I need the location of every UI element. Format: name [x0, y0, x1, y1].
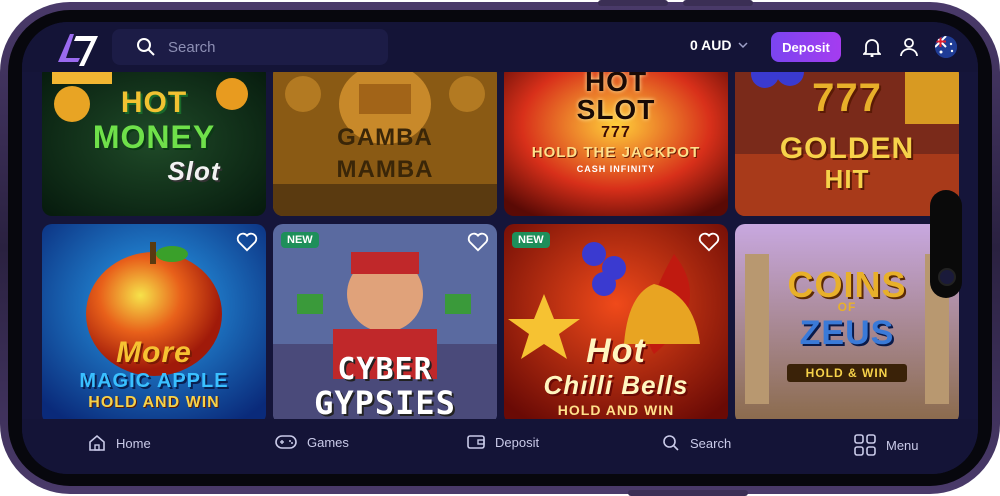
favorite-heart-icon[interactable]	[467, 232, 489, 257]
game-title: HOLD AND WIN	[88, 394, 220, 411]
game-tile[interactable]: 777 GOLDEN HIT	[735, 64, 959, 216]
nav-label: Games	[307, 434, 349, 450]
phone-side-button	[628, 490, 748, 496]
game-tile[interactable]: HOT MONEY Slot	[42, 64, 266, 216]
home-icon	[89, 434, 105, 451]
game-title: HOLD AND WIN	[557, 402, 675, 418]
balance-dropdown[interactable]: 0 AUD	[690, 37, 748, 53]
search-icon	[663, 435, 679, 451]
game-tile[interactable]: NEW CYBER GYPSIES	[273, 224, 497, 424]
user-icon[interactable]	[900, 37, 918, 62]
game-title: GOLDEN	[779, 132, 915, 165]
game-tile[interactable]: More MAGIC APPLE HOLD AND WIN	[42, 224, 266, 424]
game-title: MAGIC APPLE	[79, 370, 229, 392]
site-logo[interactable]	[52, 30, 102, 68]
nav-item-search[interactable]: Search	[662, 434, 731, 452]
australia-flag-icon[interactable]	[935, 36, 957, 58]
favorite-heart-icon[interactable]	[236, 232, 258, 257]
game-tile[interactable]: HOT SLOT 777 HOLD THE JACKPOT CASH INFIN…	[504, 64, 728, 216]
nav-item-deposit[interactable]: Deposit	[467, 434, 539, 450]
game-title: OF	[837, 300, 857, 314]
game-tile[interactable]: GAMBA MAMBA	[273, 64, 497, 216]
game-title: MAMBA	[336, 156, 434, 183]
nav-label: Home	[116, 435, 151, 451]
app-screen: HOT MONEY Slot GAMBA MAMBA HOT SLOT 777	[22, 22, 978, 474]
game-title: ZEUS	[799, 314, 895, 352]
favorite-heart-icon[interactable]	[698, 232, 720, 257]
search-bar[interactable]: Search	[112, 29, 388, 65]
game-tile[interactable]: NEW Hot Chilli Bells HOLD AND WIN	[504, 224, 728, 424]
game-title: Slot	[167, 156, 221, 186]
phone-camera-notch	[930, 190, 962, 298]
nav-item-games[interactable]: Games	[275, 434, 349, 450]
camera-lens	[938, 268, 956, 286]
search-input[interactable]: Search	[168, 39, 216, 56]
game-title: HOT	[120, 86, 188, 119]
game-title: GAMBA	[337, 124, 433, 151]
game-title: More	[116, 336, 192, 369]
bell-icon[interactable]	[861, 37, 883, 62]
game-title: CYBER	[337, 352, 433, 387]
game-title: 777	[601, 124, 631, 141]
new-badge: NEW	[512, 232, 550, 248]
bottom-navigation: Home Games Deposit Search Menu	[22, 419, 978, 474]
game-title: Hot	[586, 332, 646, 370]
search-icon	[137, 38, 155, 56]
phone-side-button	[598, 0, 668, 6]
balance-value: 0 AUD	[690, 37, 732, 53]
game-title: HOLD & WIN	[787, 364, 907, 382]
game-title: MONEY	[92, 119, 216, 155]
game-title: HIT	[824, 164, 870, 194]
game-title: 777	[812, 76, 882, 120]
new-badge: NEW	[281, 232, 319, 248]
game-title: Chilli Bells	[543, 370, 689, 400]
game-grid: HOT MONEY Slot GAMBA MAMBA HOT SLOT 777	[22, 22, 978, 424]
game-title: GYPSIES	[314, 384, 456, 422]
nav-item-home[interactable]: Home	[88, 434, 151, 452]
wallet-icon	[467, 435, 485, 449]
grid-icon	[854, 434, 876, 456]
nav-label: Search	[690, 435, 732, 451]
nav-label: Menu	[886, 437, 919, 453]
nav-item-menu[interactable]: Menu	[854, 434, 919, 456]
game-title: CASH INFINITY	[576, 164, 656, 174]
game-tile[interactable]: COINS OF ZEUS HOLD & WIN	[735, 224, 959, 424]
game-title: HOLD THE JACKPOT	[531, 144, 701, 161]
nav-label: Deposit	[495, 434, 540, 450]
game-title: SLOT	[576, 94, 656, 125]
top-bar: Search 0 AUD Deposit	[22, 22, 978, 72]
deposit-button[interactable]: Deposit	[771, 32, 841, 62]
phone-side-button	[683, 0, 753, 6]
gamepad-icon	[275, 435, 297, 449]
chevron-down-icon	[737, 42, 748, 49]
